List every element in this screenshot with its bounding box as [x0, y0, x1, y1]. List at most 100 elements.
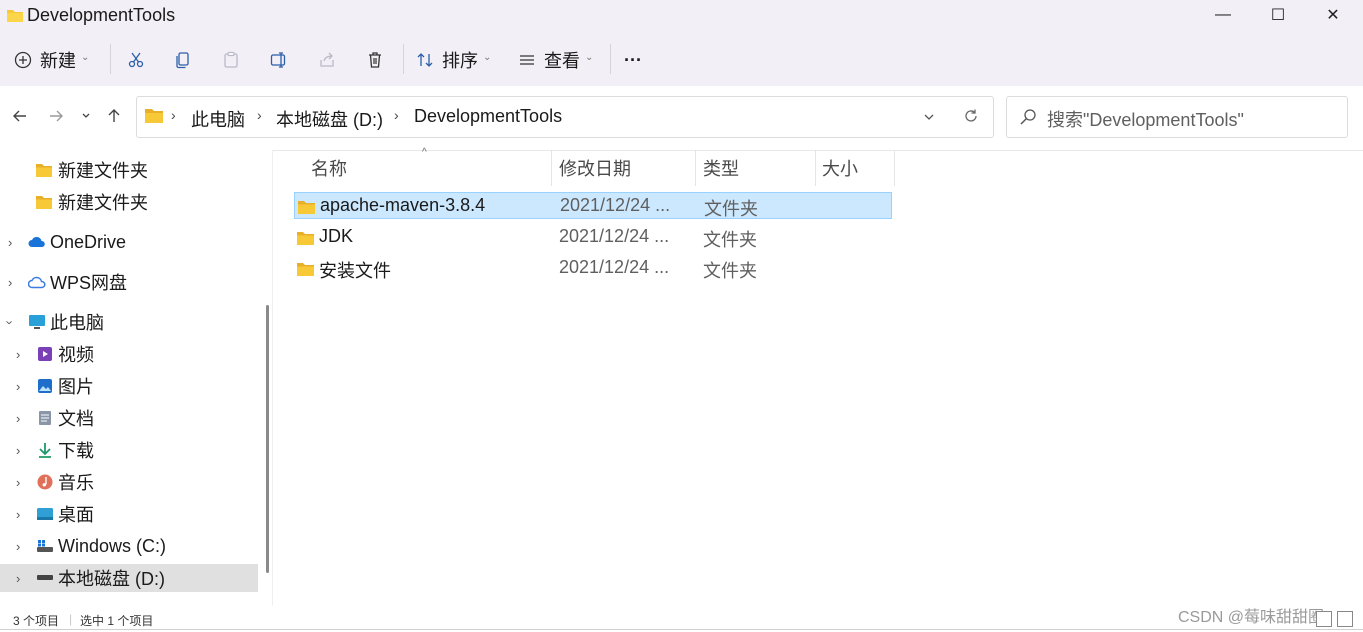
close-button[interactable]: ✕ [1305, 0, 1361, 30]
breadcrumb-developmenttools[interactable]: DevelopmentTools [414, 106, 562, 127]
sidebar-item-videos[interactable]: › 视频 [0, 339, 258, 369]
navigation-pane: 新建文件夹 新建文件夹 › OneDrive › WPS网盘 › 此电脑 › 视… [0, 150, 272, 606]
delete-button[interactable] [358, 40, 392, 80]
cut-button[interactable] [119, 40, 153, 80]
watermark: CSDN @莓味甜甜圈 [1178, 609, 1325, 626]
chevron-right-icon[interactable]: › [8, 275, 12, 290]
sidebar-item-label: OneDrive [50, 231, 127, 252]
folder-icon [298, 198, 315, 219]
up-arrow-icon[interactable] [102, 104, 126, 128]
selected-count: 选中 1 个项目 [80, 614, 154, 628]
file-row-jdk[interactable]: JDK 2021/12/24 ... 文件夹 [294, 224, 891, 250]
sidebar-item-pictures[interactable]: › 图片 [0, 371, 258, 401]
chevron-down-icon: ⌄ [81, 51, 90, 63]
rename-button[interactable] [262, 40, 296, 80]
chevron-right-icon[interactable]: › [16, 443, 20, 458]
music-icon [37, 474, 53, 490]
share-icon [310, 40, 344, 80]
chevron-right-icon[interactable]: › [16, 347, 20, 362]
chevron-down-icon[interactable]: › [3, 320, 18, 324]
sidebar-item-wps[interactable]: › WPS网盘 [0, 267, 258, 297]
column-divider[interactable] [695, 150, 696, 186]
chevron-right-icon[interactable]: › [16, 539, 20, 554]
sidebar-item-onedrive[interactable]: › OneDrive [0, 227, 258, 257]
sidebar-item-desktop[interactable]: › 桌面 [0, 499, 258, 529]
sort-label: 排序 [442, 51, 478, 71]
new-button[interactable]: 新建 ⌄ [14, 40, 89, 80]
address-bar[interactable]: › 此电脑 › 本地磁盘 (D:) › DevelopmentTools [136, 96, 994, 138]
paste-button[interactable] [214, 40, 248, 80]
chevron-right-icon[interactable]: › [16, 379, 20, 394]
chevron-down-icon[interactable] [923, 110, 935, 128]
drive-icon [36, 574, 54, 582]
file-row-apache-maven[interactable]: apache-maven-3.8.4 2021/12/24 ... 文件夹 [294, 192, 892, 219]
window-bottom-border [0, 629, 1363, 630]
chevron-right-icon[interactable]: › [8, 235, 12, 250]
sidebar-item-label: 本地磁盘 (D:) [58, 569, 165, 589]
sidebar-item-label: 图片 [58, 377, 94, 397]
view-button[interactable]: 查看 ⌄ [518, 40, 593, 80]
view-label: 查看 [544, 51, 580, 71]
maximize-button[interactable]: ☐ [1250, 0, 1306, 30]
column-header-type[interactable]: 类型 [703, 150, 739, 186]
rename-icon [262, 40, 296, 80]
divider [110, 44, 111, 74]
search-input[interactable]: 搜索"DevelopmentTools" [1047, 106, 1244, 132]
chevron-right-icon[interactable]: › [16, 507, 20, 522]
pane-divider [272, 150, 273, 606]
back-arrow-icon[interactable] [8, 104, 32, 128]
sidebar-scrollbar[interactable] [266, 305, 269, 573]
tiles-view-icon[interactable] [1337, 611, 1353, 627]
details-view-icon[interactable] [1316, 611, 1332, 627]
file-row-install-files[interactable]: 安装文件 2021/12/24 ... 文件夹 [294, 255, 891, 281]
sidebar-item-this-pc[interactable]: › 此电脑 [0, 307, 258, 337]
file-date: 2021/12/24 ... [559, 226, 670, 246]
file-date: 2021/12/24 ... [559, 257, 670, 277]
sidebar-item-label: 此电脑 [50, 313, 104, 333]
copy-button[interactable] [166, 40, 200, 80]
search-box[interactable]: 搜索"DevelopmentTools" [1006, 96, 1348, 138]
file-type: 文件夹 [704, 199, 758, 219]
windows-drive-icon [36, 539, 54, 553]
search-icon [1019, 108, 1037, 131]
navigation-bar: › 此电脑 › 本地磁盘 (D:) › DevelopmentTools 搜索"… [0, 86, 1363, 151]
column-divider[interactable] [815, 150, 816, 186]
file-date: 2021/12/24 ... [560, 195, 671, 215]
plus-circle-icon [14, 51, 32, 69]
chevron-right-icon[interactable]: › [16, 411, 20, 426]
file-type: 文件夹 [703, 230, 757, 250]
column-header-date[interactable]: 修改日期 [559, 150, 631, 186]
column-divider[interactable] [551, 150, 552, 186]
file-type: 文件夹 [703, 261, 757, 281]
more-button[interactable]: ··· [624, 40, 642, 80]
sidebar-item-documents[interactable]: › 文档 [0, 403, 258, 433]
recent-chevron-icon[interactable] [74, 104, 98, 128]
share-button[interactable] [310, 40, 344, 80]
sidebar-item-drive-c[interactable]: › Windows (C:) [0, 531, 258, 561]
sidebar-item-downloads[interactable]: › 下载 [0, 435, 258, 465]
sidebar-item-label: WPS网盘 [50, 273, 128, 293]
sidebar-item-new-folder-1[interactable]: 新建文件夹 [0, 155, 258, 185]
forward-arrow-icon[interactable] [44, 104, 68, 128]
refresh-icon[interactable] [963, 108, 979, 129]
column-header-name[interactable]: 名称 [311, 150, 347, 186]
command-bar: 新建 ⌄ 排序 ⌄ 查看 ⌄ ··· [0, 32, 1363, 87]
sort-ascending-icon: ^ [422, 147, 427, 158]
breadcrumb-this-pc[interactable]: 此电脑 [191, 106, 245, 132]
breadcrumb-drive-d[interactable]: 本地磁盘 (D:) [276, 106, 383, 132]
chevron-right-icon[interactable]: › [16, 475, 20, 490]
document-icon [38, 410, 52, 426]
column-header-size[interactable]: 大小 [822, 150, 858, 186]
sidebar-item-label: 音乐 [58, 473, 94, 493]
chevron-right-icon[interactable]: › [16, 571, 20, 586]
folder-icon [297, 260, 314, 281]
breadcrumb-chevron-icon: › [171, 107, 176, 123]
sidebar-item-music[interactable]: › 音乐 [0, 467, 258, 497]
download-icon [37, 442, 53, 458]
column-divider[interactable] [894, 150, 895, 186]
sidebar-item-drive-d[interactable]: › 本地磁盘 (D:) [0, 564, 258, 592]
sidebar-item-new-folder-2[interactable]: 新建文件夹 [0, 187, 258, 217]
picture-icon [37, 378, 53, 394]
minimize-button[interactable]: — [1195, 0, 1251, 30]
sort-button[interactable]: 排序 ⌄ [416, 40, 491, 80]
